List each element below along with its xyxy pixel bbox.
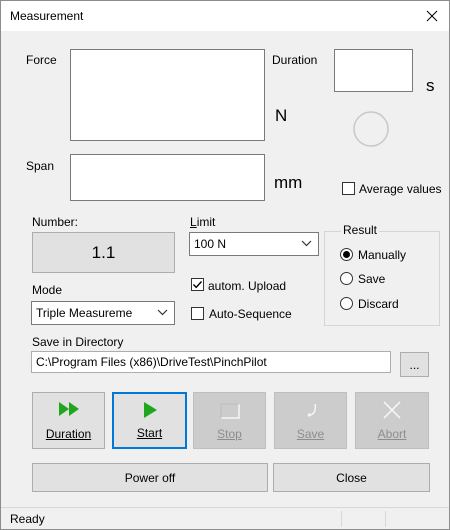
abort-button[interactable]: Abort <box>355 392 429 449</box>
close-icon <box>426 10 438 22</box>
window-title: Measurement <box>10 9 84 23</box>
stop-button-label: Stop <box>217 427 242 441</box>
mode-label: Mode <box>32 283 63 297</box>
duration-label: Duration <box>272 53 318 67</box>
status-indicator-icon <box>353 111 389 147</box>
duration-unit: s <box>426 76 435 95</box>
abort-icon <box>383 401 401 419</box>
status-bar: Ready <box>1 507 449 529</box>
limit-label: Limit <box>190 215 216 229</box>
status-text: Ready <box>10 512 45 526</box>
result-save-label: Save <box>358 272 386 286</box>
result-manually-radio[interactable] <box>340 248 353 261</box>
span-unit: mm <box>274 173 303 192</box>
abort-button-label: Abort <box>377 427 407 441</box>
auto-sequence-label: Auto-Sequence <box>209 307 292 321</box>
limit-selected-value: 100 N <box>194 237 227 251</box>
force-label: Force <box>26 53 57 67</box>
mode-dropdown[interactable]: Triple Measureme <box>31 301 175 325</box>
result-label: Result <box>341 223 380 237</box>
span-label: Span <box>26 159 55 173</box>
force-unit: N <box>275 106 288 125</box>
result-save-radio[interactable] <box>340 272 353 285</box>
duration-button[interactable]: Duration <box>32 392 105 449</box>
directory-path-field[interactable]: C:\Program Files (x86)\DriveTest\PinchPi… <box>31 351 391 373</box>
force-display <box>70 49 265 141</box>
checkmark-icon <box>192 281 203 289</box>
save-button[interactable]: Save <box>274 392 347 449</box>
stop-icon <box>220 403 240 419</box>
mode-selected-value: Triple Measureme <box>36 306 133 320</box>
number-label: Number: <box>32 215 79 229</box>
autom-upload-label: autom. Upload <box>208 279 287 293</box>
auto-sequence-checkbox[interactable] <box>191 307 204 320</box>
result-manually-label: Manually <box>358 248 407 262</box>
average-values-checkbox[interactable] <box>342 182 355 195</box>
close-window-button[interactable] <box>415 1 449 31</box>
status-divider <box>385 511 386 527</box>
autom-upload-checkbox[interactable] <box>191 278 204 291</box>
close-button[interactable]: Close <box>273 463 430 492</box>
fast-forward-icon <box>58 402 79 416</box>
result-discard-label: Discard <box>358 297 399 311</box>
start-button[interactable]: Start <box>112 392 187 449</box>
chevron-down-icon <box>157 309 168 316</box>
power-off-button[interactable]: Power off <box>32 463 268 492</box>
limit-dropdown[interactable]: 100 N <box>189 232 319 256</box>
play-icon <box>143 402 157 418</box>
title-bar: Measurement <box>1 1 449 31</box>
status-divider <box>341 511 342 527</box>
save-icon <box>306 403 316 417</box>
browse-directory-button[interactable]: ... <box>400 352 429 377</box>
measurement-window: Measurement Force N Duration s Span mm A… <box>0 0 450 530</box>
result-discard-radio[interactable] <box>340 297 353 310</box>
start-button-label: Start <box>136 426 163 440</box>
chevron-down-icon <box>301 240 312 247</box>
average-values-label: Average values <box>359 182 442 196</box>
stop-button[interactable]: Stop <box>193 392 266 449</box>
duration-button-label: Duration <box>45 427 92 441</box>
span-display <box>70 154 265 201</box>
directory-label: Save in Directory <box>32 335 124 349</box>
duration-display <box>334 49 413 92</box>
number-display: 1.1 <box>32 232 175 273</box>
save-button-label: Save <box>296 427 325 441</box>
